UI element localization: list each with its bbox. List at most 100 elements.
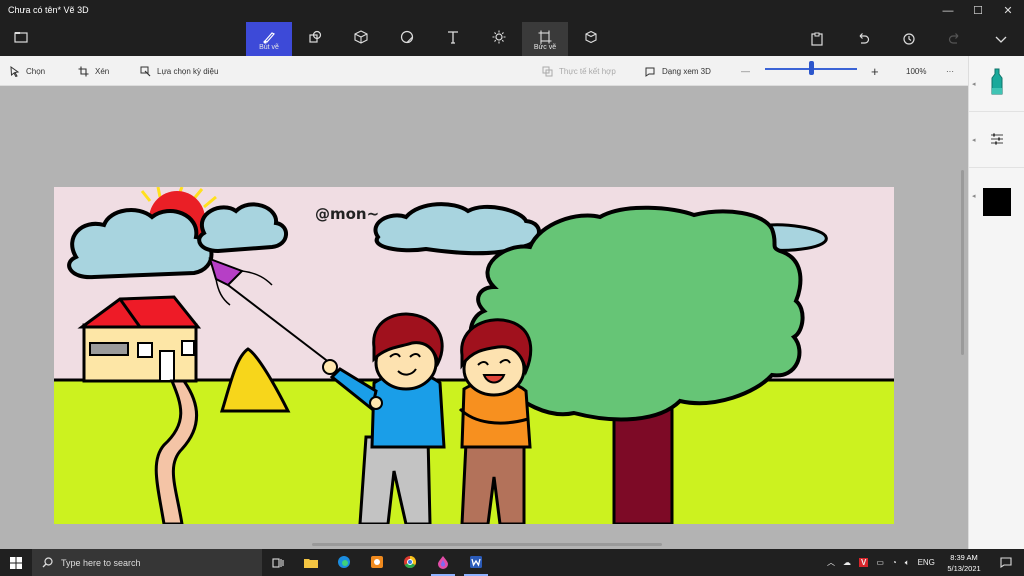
file-explorer-button[interactable] — [295, 549, 327, 576]
edge-browser-button[interactable] — [328, 549, 360, 576]
close-button[interactable]: ✕ — [994, 3, 1022, 19]
paint-3d-icon — [438, 556, 448, 569]
taskbar-search-box[interactable]: Type here to search — [32, 549, 262, 576]
chrome-icon — [404, 556, 417, 569]
history-icon — [903, 33, 915, 45]
drawing-artwork — [54, 187, 894, 524]
magic-select-button[interactable]: Lựa chọn kỳ diệu — [140, 56, 218, 86]
more-options-button[interactable]: ··· — [946, 56, 954, 86]
search-icon — [42, 557, 53, 568]
windows-taskbar: Type here to search ︿ ☁ V ▭ ◔ 🔈︎ ENG 8:3… — [0, 549, 1024, 576]
cloud-center-left — [197, 202, 288, 254]
crop-label: Xén — [95, 66, 110, 76]
text-tool-button[interactable] — [430, 22, 476, 56]
canvas-toolbar: Chọn Xén Lựa chọn kỳ diệu Thực tế kết hợ… — [0, 56, 968, 86]
undo-button[interactable] — [840, 22, 886, 56]
start-button[interactable] — [0, 549, 32, 576]
drawing-canvas[interactable]: @mon~ — [54, 187, 894, 524]
horizontal-scrollbar[interactable] — [312, 543, 662, 546]
paint-3d-taskbar-button[interactable] — [427, 549, 459, 576]
2d-shapes-tool-button[interactable] — [292, 22, 338, 56]
minimize-button[interactable]: — — [934, 3, 962, 19]
show-hidden-icons-icon[interactable]: ︿ — [827, 557, 835, 568]
mixed-reality-icon — [542, 66, 553, 76]
properties-panel: ◂ ◂ ◂ — [968, 56, 1024, 549]
app-ribbon: Chưa có tên* Vẽ 3D — ☐ ✕ Bút vẽ Bức vẽ — [0, 0, 1024, 56]
tool-tabs: Bút vẽ Bức vẽ — [246, 22, 614, 56]
window-title: Chưa có tên* Vẽ 3D — [8, 5, 89, 15]
brush-icon — [263, 32, 275, 44]
brush-tool-label: Bút vẽ — [259, 44, 279, 51]
effects-icon — [492, 30, 506, 44]
brush-type-slot[interactable]: ◂ — [969, 56, 1024, 112]
title-bar: Chưa có tên* Vẽ 3D — ☐ ✕ — [0, 0, 1024, 22]
zoom-in-button[interactable]: + — [871, 56, 879, 86]
paste-button[interactable] — [794, 22, 840, 56]
notifications-button[interactable] — [990, 549, 1022, 576]
selected-color-swatch[interactable] — [983, 188, 1011, 216]
zoom-value[interactable]: 100% — [906, 56, 926, 86]
kite — [208, 257, 331, 364]
word-taskbar-button[interactable] — [460, 549, 492, 576]
3d-library-tool-button[interactable] — [568, 22, 614, 56]
sliders-icon — [991, 133, 1003, 145]
ribbon-actions — [794, 22, 1024, 56]
canvas-tool-button[interactable]: Bức vẽ — [522, 22, 568, 56]
expand-icon — [995, 36, 1007, 43]
3d-shapes-tool-button[interactable] — [338, 22, 384, 56]
crop-icon — [78, 66, 89, 76]
edge-icon — [338, 556, 350, 568]
clock-time: 8:39 AM — [950, 553, 978, 562]
stickers-tool-button[interactable] — [384, 22, 430, 56]
cloud-left — [67, 208, 214, 280]
windows-logo-icon — [10, 557, 22, 569]
network-icon[interactable]: ◔ — [892, 558, 897, 567]
folder-icon — [304, 559, 318, 568]
expand-arrow-icon: ◂ — [972, 193, 976, 200]
3d-library-icon — [585, 30, 597, 44]
color-picker-slot[interactable]: ◂ — [969, 168, 1024, 224]
task-view-icon — [272, 558, 284, 568]
magic-select-icon — [140, 66, 151, 76]
3d-shapes-icon — [354, 30, 368, 44]
language-indicator[interactable]: ENG — [918, 558, 935, 567]
pinned-app-button[interactable] — [361, 549, 393, 576]
expand-arrow-icon: ◂ — [972, 81, 976, 88]
crop-button[interactable]: Xén — [78, 56, 109, 86]
view-3d-label: Dạng xem 3D — [662, 66, 711, 76]
system-tray: ︿ ☁ V ▭ ◔ 🔈︎ ENG — [827, 549, 935, 576]
menu-folder-icon[interactable] — [14, 30, 30, 44]
taskbar-clock[interactable]: 8:39 AM 5/13/2021 — [941, 552, 987, 574]
brush-settings-slot[interactable]: ◂ — [969, 112, 1024, 168]
select-label: Chọn — [26, 66, 46, 76]
chrome-browser-button[interactable] — [394, 549, 426, 576]
effects-tool-button[interactable] — [476, 22, 522, 56]
task-view-button[interactable] — [262, 549, 294, 576]
house — [77, 295, 202, 383]
search-placeholder: Type here to search — [61, 557, 141, 568]
redo-button[interactable] — [932, 22, 978, 56]
zoom-slider-thumb[interactable] — [809, 61, 814, 75]
marker-icon — [991, 68, 1003, 95]
maximize-button[interactable]: ☐ — [964, 3, 992, 19]
volume-icon[interactable]: 🔈︎ — [905, 558, 910, 568]
canvas-tool-label: Bức vẽ — [533, 44, 557, 51]
onedrive-icon[interactable]: ☁ — [843, 558, 851, 567]
stickers-icon — [400, 30, 414, 44]
view-3d-icon — [645, 67, 655, 77]
redo-icon — [948, 33, 959, 44]
magic-select-label: Lựa chọn kỳ diệu — [157, 66, 219, 76]
mixed-reality-label: Thực tế kết hợp — [559, 66, 616, 76]
select-button[interactable]: Chọn — [10, 56, 45, 86]
battery-icon[interactable]: ▭ — [876, 558, 884, 567]
zoom-out-button[interactable]: — — [741, 56, 750, 86]
brush-tool-button[interactable]: Bút vẽ — [246, 22, 292, 56]
history-button[interactable] — [886, 22, 932, 56]
mixed-reality-button[interactable]: Thực tế kết hợp — [542, 56, 616, 86]
boy-orange-shirt — [458, 318, 533, 524]
view-3d-button[interactable]: Dạng xem 3D — [645, 56, 711, 86]
text-icon — [448, 31, 458, 44]
expand-button[interactable] — [978, 22, 1024, 56]
tray-app-icon[interactable]: V — [859, 558, 869, 567]
vertical-scrollbar[interactable] — [961, 170, 964, 355]
